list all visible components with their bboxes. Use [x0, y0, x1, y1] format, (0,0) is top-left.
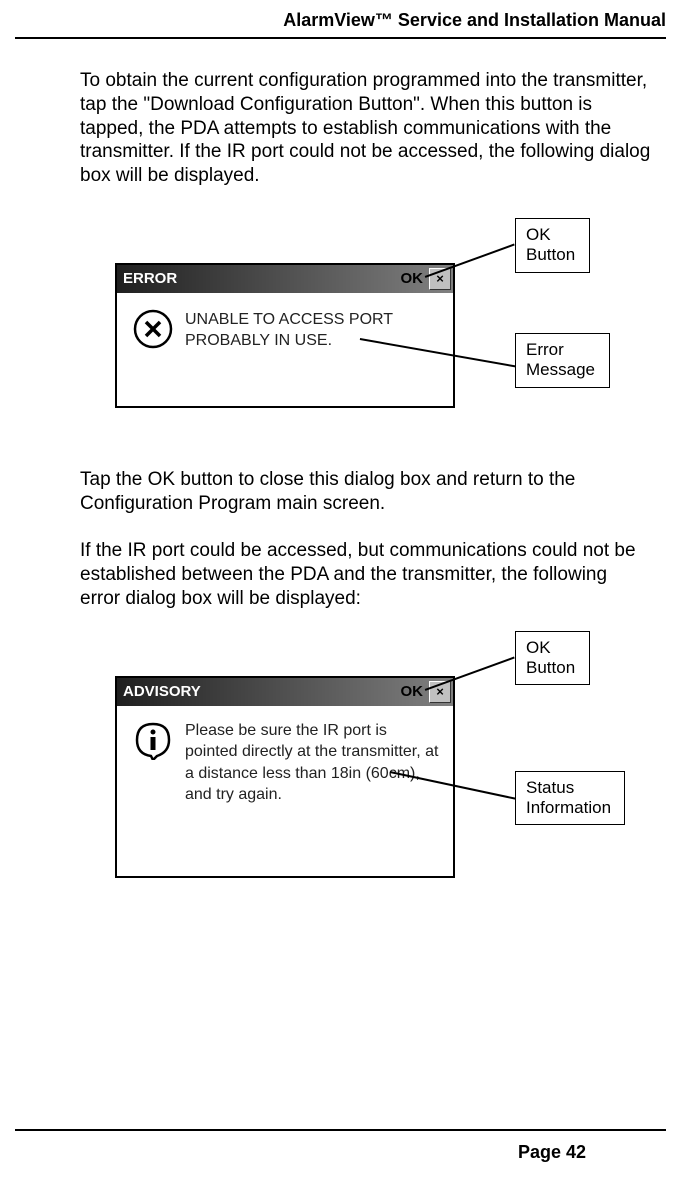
info-icon [133, 720, 173, 760]
callout-status-info: Status Information [515, 771, 625, 826]
figure-2: ADVISORY OK × Please be sure the IR port… [80, 641, 651, 921]
paragraph-3: If the IR port could be accessed, but co… [80, 539, 651, 610]
callout-error-message: Error Message [515, 333, 610, 388]
page-number: Page 42 [518, 1142, 586, 1163]
error-dialog: ERROR OK × UNABLE TO ACCESS PORT PROBABL… [115, 263, 455, 408]
dialog-body: UNABLE TO ACCESS PORT PROBABLY IN USE. [117, 293, 453, 368]
dialog-title: ADVISORY [123, 683, 201, 700]
callout-line [425, 243, 515, 277]
advisory-message-text: Please be sure the IR port is pointed di… [185, 720, 443, 806]
dialog-titlebar: ERROR OK × [117, 265, 453, 293]
callout-text: Status Information [526, 778, 611, 817]
callout-ok: OK Button [515, 218, 590, 273]
callout-text: OK Button [526, 225, 575, 264]
figure-1: ERROR OK × UNABLE TO ACCESS PORT PROBABL… [80, 218, 651, 448]
ok-button[interactable]: OK [397, 683, 428, 700]
advisory-dialog: ADVISORY OK × Please be sure the IR port… [115, 676, 455, 878]
callout-text: OK Button [526, 638, 575, 677]
page-header: AlarmView™ Service and Installation Manu… [15, 10, 666, 39]
callout-text: Error Message [526, 340, 595, 379]
dialog-body: Please be sure the IR port is pointed di… [117, 706, 453, 820]
dialog-title: ERROR [123, 270, 177, 287]
paragraph-1: To obtain the current configuration prog… [80, 69, 651, 188]
paragraph-2: Tap the OK button to close this dialog b… [80, 468, 651, 516]
callout-line [425, 656, 515, 690]
footer-divider [15, 1129, 666, 1131]
error-icon [133, 309, 173, 349]
dialog-titlebar: ADVISORY OK × [117, 678, 453, 706]
ok-button[interactable]: OK [397, 270, 428, 287]
page-content: To obtain the current configuration prog… [15, 69, 666, 921]
callout-ok: OK Button [515, 631, 590, 686]
